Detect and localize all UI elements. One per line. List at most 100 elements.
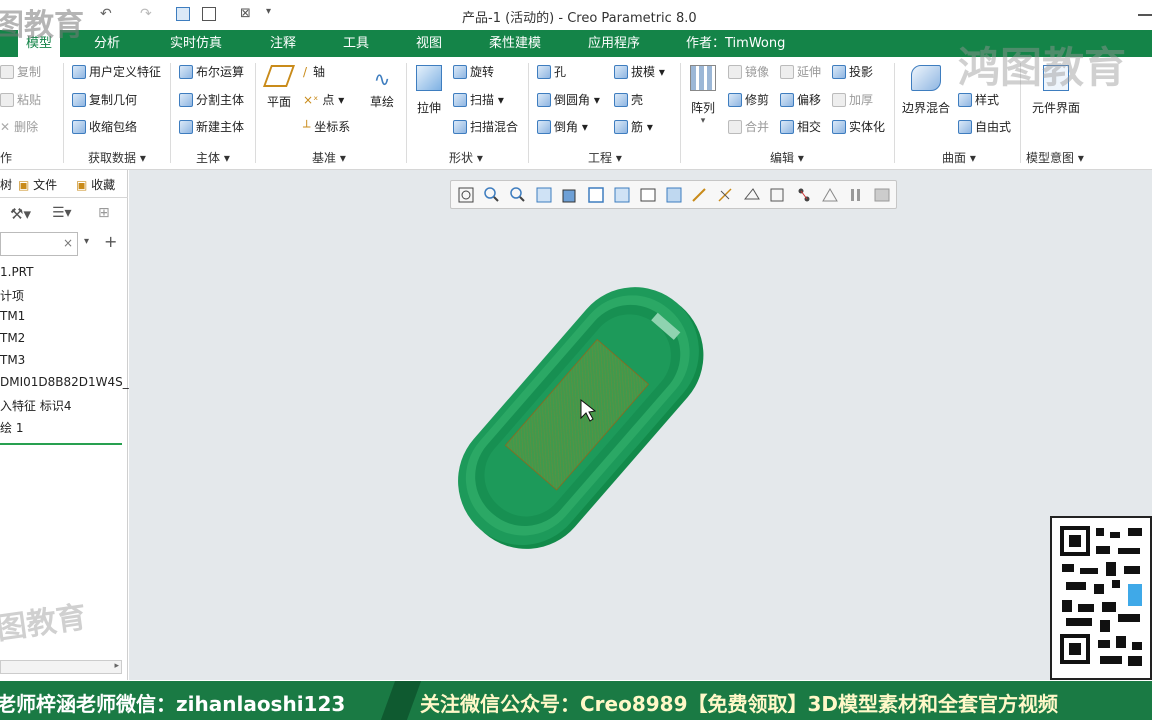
round-button[interactable]: 倒圆角 ▾ <box>537 91 600 109</box>
thicken-button[interactable]: 加厚 <box>832 91 873 109</box>
rib-button[interactable]: 筋 ▾ <box>614 118 653 136</box>
engineering-group-label[interactable]: 工程 ▾ <box>588 149 622 166</box>
graphics-window[interactable] <box>129 170 1152 680</box>
tree-settings-icon[interactable]: ⚒▾ <box>10 205 31 223</box>
datum-point-display-icon[interactable] <box>743 188 760 200</box>
minimize-button[interactable] <box>1138 14 1152 16</box>
tab-view[interactable]: 视图 <box>416 30 442 57</box>
surfaces-group-label[interactable]: 曲面 ▾ <box>942 149 976 166</box>
saved-views-icon[interactable] <box>588 187 604 203</box>
solidify-button[interactable]: 实体化 <box>832 118 885 136</box>
draft-button[interactable]: 拔模 ▾ <box>614 63 665 81</box>
shapes-group-label[interactable]: 形状 ▾ <box>449 149 483 166</box>
annotation-display-icon[interactable] <box>798 188 810 202</box>
split-body-button[interactable]: 分割主体 <box>179 91 244 109</box>
copy-geometry-button[interactable]: 复制几何 <box>72 91 137 109</box>
chamfer-button[interactable]: 倒角 ▾ <box>537 118 588 136</box>
new-body-button[interactable]: 新建主体 <box>179 118 244 136</box>
datum-plane-display-icon[interactable] <box>692 188 706 202</box>
point-button[interactable]: ×ˣ 点 ▾ <box>303 91 344 109</box>
redo-icon[interactable]: ↷ <box>140 6 152 22</box>
intersect-button[interactable]: 相交 <box>780 118 821 136</box>
chevron-down-icon[interactable]: ▾ <box>84 236 89 247</box>
pattern-button[interactable]: 阵列 ▾ <box>686 65 720 126</box>
show-icon[interactable]: ☰▾ <box>52 205 72 221</box>
get-data-group-label[interactable]: 获取数据 ▾ <box>88 149 146 166</box>
merge-button[interactable]: 合并 <box>728 118 769 136</box>
revolve-button[interactable]: 旋转 <box>453 63 494 81</box>
zoom-out-icon[interactable] <box>510 187 525 202</box>
close-window-icon[interactable]: ⊠ <box>240 6 251 21</box>
sweep-button[interactable]: 扫描 ▾ <box>453 91 504 109</box>
shrinkwrap-button[interactable]: 收缩包络 <box>72 118 137 136</box>
body-group-label[interactable]: 主体 ▾ <box>196 149 230 166</box>
refit-icon[interactable] <box>458 187 474 203</box>
tab-live-simulation[interactable]: 实时仿真 <box>170 30 222 57</box>
display-style-icon[interactable] <box>562 189 576 203</box>
tab-favorites[interactable]: ▣ 收藏 <box>76 176 115 193</box>
freestyle-button[interactable]: 自由式 <box>958 118 1011 136</box>
tab-flexible-modeling[interactable]: 柔性建模 <box>489 30 541 57</box>
section-icon[interactable] <box>666 187 682 203</box>
extrude-button[interactable]: 拉伸 <box>412 65 446 116</box>
trim-button[interactable]: 修剪 <box>728 91 769 109</box>
paste-button[interactable]: 粘贴 <box>0 91 41 109</box>
view-manager-icon[interactable] <box>614 187 630 203</box>
hole-button[interactable]: 孔 <box>537 63 566 81</box>
operations-group-label[interactable]: 作 <box>0 149 12 166</box>
tab-folder-browser[interactable]: ▣ 文件 <box>18 176 57 193</box>
swept-blend-button[interactable]: 扫描混合 <box>453 118 518 136</box>
tree-item-part[interactable]: 1.PRT <box>0 265 33 279</box>
plane-button[interactable]: 平面 <box>262 65 296 110</box>
editing-group-label[interactable]: 编辑 ▾ <box>770 149 804 166</box>
datum-group-label[interactable]: 基准 ▾ <box>312 149 346 166</box>
offset-button[interactable]: 偏移 <box>780 91 821 109</box>
tab-applications[interactable]: 应用程序 <box>588 30 640 57</box>
csys-button[interactable]: ┴ 坐标系 <box>303 118 350 136</box>
search-field[interactable]: × <box>0 232 78 256</box>
boolean-button[interactable]: 布尔运算 <box>179 63 244 81</box>
clear-icon[interactable]: × <box>63 236 73 250</box>
tree-item-datum-3[interactable]: TM3 <box>0 353 25 367</box>
repaint-icon[interactable] <box>536 187 552 203</box>
undo-icon[interactable]: ↶ <box>100 6 112 22</box>
insert-indicator[interactable] <box>0 443 122 445</box>
udf-button[interactable]: 用户定义特征 <box>72 63 161 81</box>
pause-icon[interactable] <box>851 189 860 201</box>
spin-center-icon[interactable] <box>822 188 838 202</box>
customize-icon[interactable]: ▾ <box>266 6 271 17</box>
shell-button[interactable]: 壳 <box>614 91 643 109</box>
zoom-in-icon[interactable] <box>484 187 499 202</box>
tab-tools[interactable]: 工具 <box>343 30 369 57</box>
regenerate-icon[interactable] <box>176 7 190 21</box>
project-button[interactable]: 投影 <box>832 63 873 81</box>
tab-model-tree[interactable]: 树 <box>0 176 12 193</box>
extrude-icon <box>416 65 442 91</box>
copy-button[interactable]: 复制 <box>0 63 41 81</box>
model-intent-group-label[interactable]: 模型意图 ▾ <box>1026 149 1084 166</box>
add-icon[interactable]: + <box>104 232 117 251</box>
datum-axis-display-icon[interactable] <box>718 188 732 202</box>
sketch-button[interactable]: ∿ 草绘 <box>364 65 400 110</box>
horizontal-scrollbar[interactable]: ▸ <box>0 660 122 674</box>
new-body-label: 新建主体 <box>196 120 245 134</box>
perspective-icon[interactable] <box>640 188 656 202</box>
tree-item-import-feature[interactable]: 入特征 标识4 <box>0 397 71 414</box>
extend-button[interactable]: 延伸 <box>780 63 821 81</box>
filter-icon[interactable]: ⊞ <box>98 205 110 221</box>
tree-item-csys[interactable]: DMI01D8B82D1W4S_ <box>0 375 129 389</box>
tab-annotate[interactable]: 注释 <box>270 30 296 57</box>
scroll-right-icon[interactable]: ▸ <box>114 661 119 671</box>
csys-display-icon[interactable] <box>770 188 784 202</box>
window-icon[interactable] <box>202 7 216 21</box>
tree-item-datum-2[interactable]: TM2 <box>0 331 25 345</box>
tree-item-sketch[interactable]: 绘 1 <box>0 419 23 436</box>
tree-item-datum-1[interactable]: TM1 <box>0 309 25 323</box>
screen-icon[interactable] <box>874 188 890 202</box>
tree-item-design-items[interactable]: 计项 <box>0 287 24 304</box>
delete-button[interactable]: ✕ 删除 <box>0 118 38 136</box>
tab-analysis[interactable]: 分析 <box>94 30 120 57</box>
mirror-button[interactable]: 镜像 <box>728 63 769 81</box>
axis-button[interactable]: / 轴 <box>303 63 325 81</box>
boundary-blend-button[interactable]: 边界混合 <box>900 65 952 116</box>
